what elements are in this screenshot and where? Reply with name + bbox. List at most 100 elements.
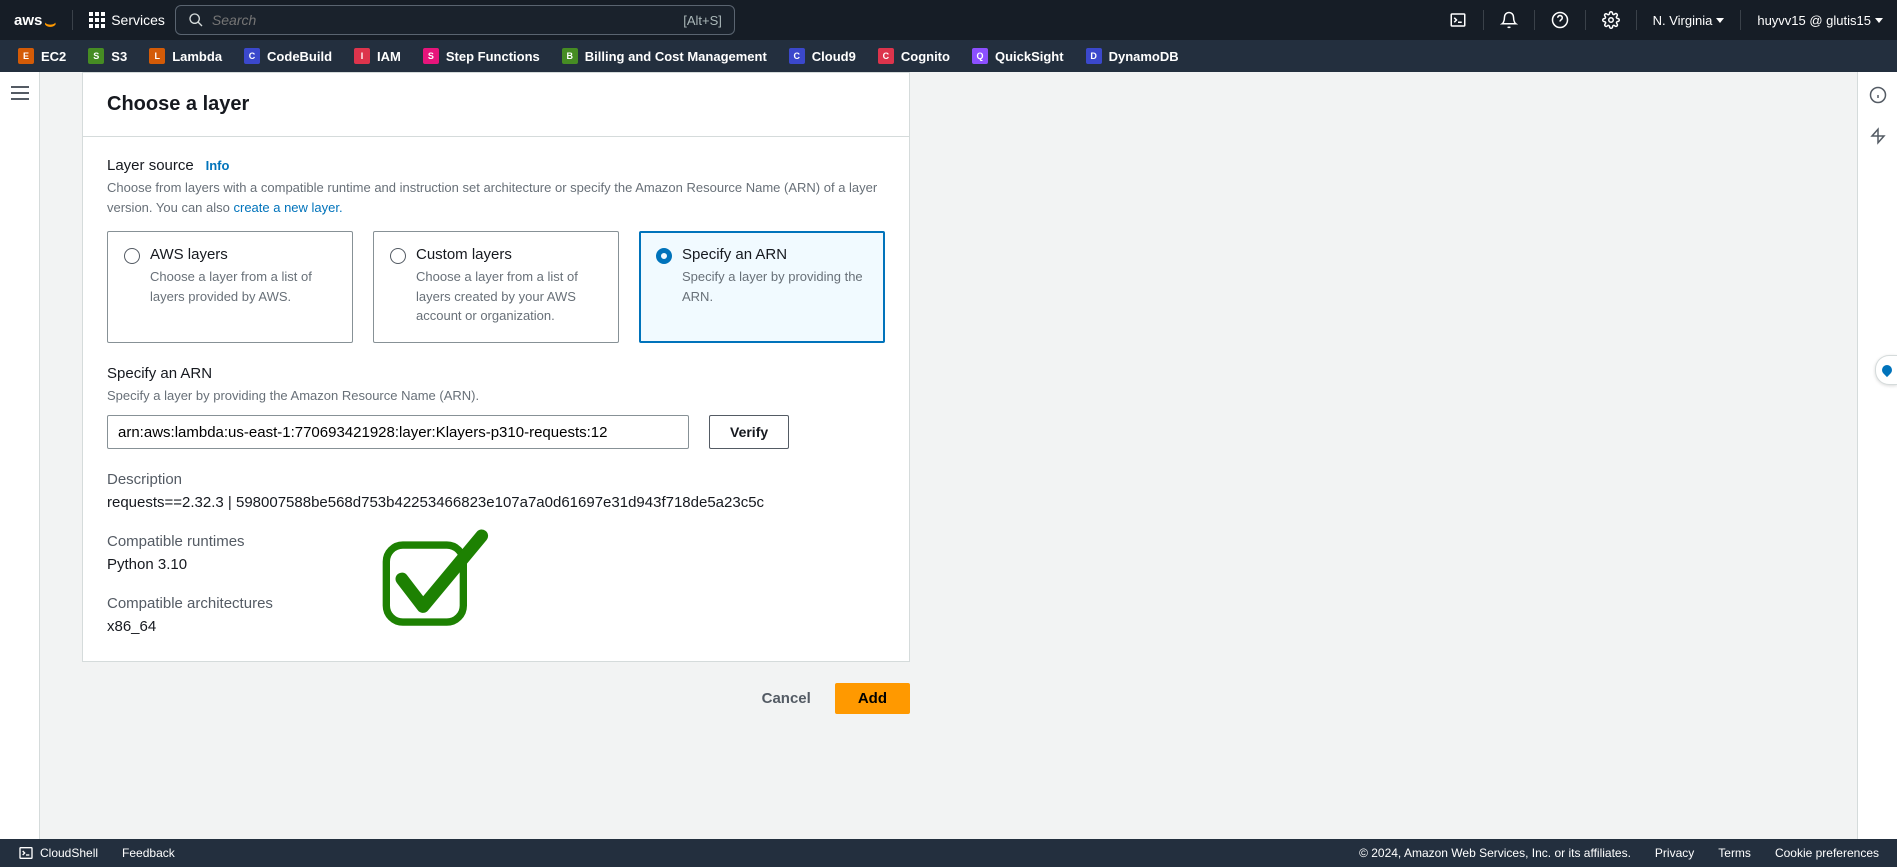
- shortcut-quicksight[interactable]: Q QuickSight: [972, 48, 1064, 64]
- choose-layer-panel: Choose a layer Layer source Info Choose …: [82, 72, 910, 662]
- services-menu-button[interactable]: Services: [89, 12, 165, 28]
- services-label: Services: [111, 12, 165, 28]
- create-layer-link[interactable]: create a new layer.: [233, 200, 342, 215]
- layer-source-description: Choose from layers with a compatible run…: [107, 178, 885, 217]
- notifications-icon[interactable]: [1500, 11, 1518, 29]
- service-icon: D: [1086, 48, 1102, 64]
- radio-icon: [656, 248, 672, 264]
- runtimes-value: Python 3.10: [107, 556, 885, 573]
- service-icon: C: [878, 48, 894, 64]
- option-aws-layers[interactable]: AWS layers Choose a layer from a list of…: [107, 231, 353, 343]
- privacy-link[interactable]: Privacy: [1655, 846, 1694, 860]
- search-box[interactable]: [Alt+S]: [175, 5, 735, 35]
- panel-title: Choose a layer: [107, 93, 885, 116]
- cloudshell-icon[interactable]: [1449, 11, 1467, 29]
- copyright-text: © 2024, Amazon Web Services, Inc. or its…: [1359, 846, 1631, 860]
- service-icon: I: [354, 48, 370, 64]
- cookie-preferences-link[interactable]: Cookie preferences: [1775, 846, 1879, 860]
- divider: [1636, 10, 1637, 30]
- floating-assistant-widget[interactable]: [1875, 355, 1897, 385]
- right-sidebar-collapsed: [1857, 72, 1897, 839]
- service-icon: S: [88, 48, 104, 64]
- aws-logo[interactable]: aws⌣: [14, 12, 56, 29]
- shortcut-label: EC2: [41, 49, 66, 64]
- divider: [1585, 10, 1586, 30]
- service-icon: Q: [972, 48, 988, 64]
- region-selector[interactable]: N. Virginia: [1653, 13, 1725, 28]
- feedback-link[interactable]: Feedback: [122, 846, 175, 860]
- description-value: requests==2.32.3 | 598007588be568d753b42…: [107, 494, 885, 511]
- settings-icon[interactable]: [1602, 11, 1620, 29]
- search-icon: [188, 12, 204, 28]
- shortcut-label: Billing and Cost Management: [585, 49, 767, 64]
- shortcut-dynamodb[interactable]: DDynamoDB: [1086, 48, 1179, 64]
- runtimes-label: Compatible runtimes: [107, 533, 885, 550]
- shortcut-step-functions[interactable]: SStep Functions: [423, 48, 540, 64]
- option-desc: Specify a layer by providing the ARN.: [682, 267, 868, 306]
- architectures-label: Compatible architectures: [107, 595, 885, 612]
- shortcut-lambda[interactable]: L Lambda: [149, 48, 222, 64]
- shortcut-label: CodeBuild: [267, 49, 332, 64]
- option-title: Specify an ARN: [682, 246, 868, 263]
- option-title: AWS layers: [150, 246, 336, 263]
- shortcut-label: Lambda: [172, 49, 222, 64]
- amazon-q-icon: [1879, 363, 1893, 377]
- description-section: Description requests==2.32.3 | 598007588…: [107, 471, 885, 511]
- shortcut-s3[interactable]: S S3: [88, 48, 127, 64]
- architectures-section: Compatible architectures x86_64: [107, 595, 885, 635]
- add-button[interactable]: Add: [835, 683, 910, 714]
- caret-down-icon: [1716, 18, 1724, 23]
- footer: CloudShell Feedback © 2024, Amazon Web S…: [0, 839, 1897, 867]
- layer-source-options: AWS layers Choose a layer from a list of…: [107, 231, 885, 343]
- shortcut-label: Cloud9: [812, 49, 856, 64]
- arn-label: Specify an ARN: [107, 365, 212, 382]
- search-input[interactable]: [212, 12, 675, 28]
- help-icon[interactable]: [1551, 11, 1569, 29]
- radio-icon: [390, 248, 406, 264]
- shortcut-codebuild[interactable]: C CodeBuild: [244, 48, 332, 64]
- divider: [1740, 10, 1741, 30]
- layer-source-label: Layer source: [107, 157, 194, 174]
- caret-down-icon: [1875, 18, 1883, 23]
- top-nav: aws⌣ Services [Alt+S] N. Virginia huyvv1…: [0, 0, 1897, 40]
- shortcut-cognito[interactable]: C Cognito: [878, 48, 950, 64]
- service-shortcut-bar: E EC2 S S3 L Lambda C CodeBuild I IAM SStep Functi…: [0, 40, 1897, 72]
- clock-icon[interactable]: [1869, 127, 1887, 148]
- account-menu[interactable]: huyvv15 @ glutis15: [1757, 13, 1883, 28]
- arn-input[interactable]: [107, 415, 689, 449]
- shortcut-label: IAM: [377, 49, 401, 64]
- shortcut-label: Cognito: [901, 49, 950, 64]
- terms-link[interactable]: Terms: [1718, 846, 1751, 860]
- grid-icon: [89, 12, 105, 28]
- service-icon: C: [244, 48, 260, 64]
- service-icon: E: [18, 48, 34, 64]
- description-label: Description: [107, 471, 885, 488]
- shortcut-cloud9[interactable]: CCloud9: [789, 48, 856, 64]
- info-panel-icon[interactable]: [1869, 86, 1887, 107]
- shortcut-ec2[interactable]: E EC2: [18, 48, 66, 64]
- option-desc: Choose a layer from a list of layers pro…: [150, 267, 336, 306]
- divider: [1483, 10, 1484, 30]
- option-title: Custom layers: [416, 246, 602, 263]
- option-desc: Choose a layer from a list of layers cre…: [416, 267, 602, 326]
- cancel-button[interactable]: Cancel: [756, 682, 817, 715]
- service-icon: B: [562, 48, 578, 64]
- arn-description: Specify a layer by providing the Amazon …: [107, 386, 885, 406]
- left-sidebar-collapsed: [0, 72, 40, 839]
- menu-toggle-icon[interactable]: [11, 86, 29, 100]
- divider: [1534, 10, 1535, 30]
- architectures-value: x86_64: [107, 618, 885, 635]
- shortcut-label: S3: [111, 49, 127, 64]
- shortcut-billing-and-cost-management[interactable]: B Billing and Cost Management: [562, 48, 767, 64]
- shortcut-iam[interactable]: I IAM: [354, 48, 401, 64]
- option-specify-arn[interactable]: Specify an ARN Specify a layer by provid…: [639, 231, 885, 343]
- service-icon: S: [423, 48, 439, 64]
- cloudshell-button[interactable]: CloudShell: [18, 845, 98, 861]
- actions-row: Cancel Add: [82, 682, 910, 715]
- option-custom-layers[interactable]: Custom layers Choose a layer from a list…: [373, 231, 619, 343]
- shortcut-label: QuickSight: [995, 49, 1064, 64]
- info-link[interactable]: Info: [206, 158, 230, 173]
- service-icon: L: [149, 48, 165, 64]
- verify-button[interactable]: Verify: [709, 415, 789, 449]
- panel-body: Layer source Info Choose from layers wit…: [83, 137, 909, 661]
